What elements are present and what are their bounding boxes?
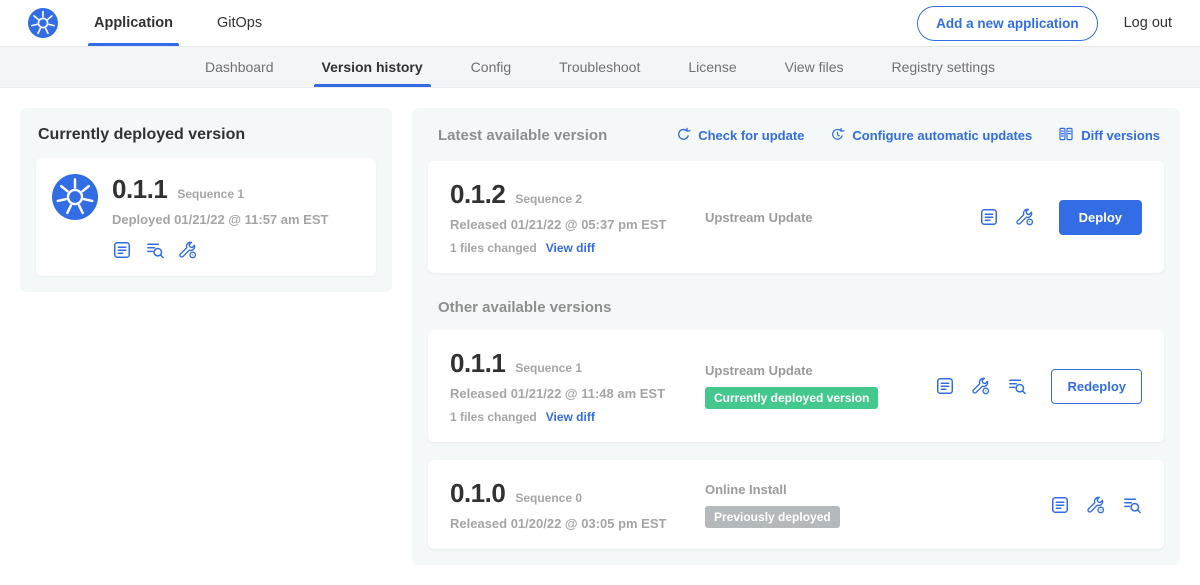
configure-updates-link[interactable]: Configure automatic updates [830,127,1032,145]
sequence-label: Sequence 0 [515,491,582,505]
diff-versions-label: Diff versions [1081,128,1160,143]
add-application-button[interactable]: Add a new application [917,6,1098,41]
release-notes-icon[interactable] [979,207,999,227]
deployed-status-badge: Currently deployed version [705,387,878,409]
diff-versions-link[interactable]: Diff versions [1058,126,1160,145]
tab-application[interactable]: Application [94,0,173,46]
logout-button[interactable]: Log out [1124,15,1172,31]
files-changed-label: 1 files changed [450,241,537,255]
deployed-version-number: 0.1.1 [112,174,167,205]
release-notes-icon[interactable] [935,376,955,396]
config-values-icon[interactable] [1086,495,1106,515]
subnav-dashboard[interactable]: Dashboard [181,47,298,87]
redeploy-button[interactable]: Redeploy [1051,369,1142,404]
deployed-version-card: 0.1.1 Sequence 1 Deployed 01/21/22 @ 11:… [36,158,376,276]
version-actions: Redeploy [935,348,1142,424]
deployed-sequence-label: Sequence 1 [177,187,244,201]
subnav-version-history[interactable]: Version history [298,47,447,87]
version-info: 0.1.2 Sequence 2 Released 01/21/22 @ 05:… [450,179,705,255]
version-diff-icon[interactable] [145,240,165,260]
tab-gitops-label: GitOps [217,15,262,31]
source-label: Upstream Update [705,363,813,378]
subnav-troubleshoot[interactable]: Troubleshoot [535,47,664,87]
version-info: 0.1.1 Sequence 1 Released 01/21/22 @ 11:… [450,348,705,424]
version-row-latest: 0.1.2 Sequence 2 Released 01/21/22 @ 05:… [428,161,1164,273]
tab-gitops[interactable]: GitOps [217,0,262,46]
released-timestamp: Released 01/20/22 @ 03:05 pm EST [450,516,705,531]
other-versions-title: Other available versions [438,299,1160,316]
check-for-update-label: Check for update [698,128,804,143]
latest-version-title: Latest available version [438,127,607,144]
version-row-0-1-1: 0.1.1 Sequence 1 Released 01/21/22 @ 11:… [428,330,1164,442]
currently-deployed-panel: Currently deployed version [20,108,392,292]
subnav-license[interactable]: License [664,47,760,87]
deployed-version-info: 0.1.1 Sequence 1 Deployed 01/21/22 @ 11:… [112,174,328,260]
released-timestamp: Released 01/21/22 @ 05:37 pm EST [450,217,705,232]
tab-application-label: Application [94,15,173,31]
subnav-config[interactable]: Config [447,47,535,87]
check-update-icon [676,127,691,145]
check-for-update-link[interactable]: Check for update [676,127,804,145]
topbar: Application GitOps Add a new application… [0,0,1200,47]
version-history-panel: Latest available version Check for updat… [412,108,1180,565]
version-actions [1050,478,1142,531]
deployed-timestamp: Deployed 01/21/22 @ 11:57 am EST [112,212,328,227]
topbar-right: Add a new application Log out [917,6,1172,41]
app-icon [52,174,98,220]
configure-updates-label: Configure automatic updates [852,128,1032,143]
source-label: Online Install [705,482,787,497]
version-diff-icon[interactable] [1007,376,1027,396]
version-actions: Deploy [979,179,1142,255]
files-changed-label: 1 files changed [450,410,537,424]
app-subnav: Dashboard Version history Config Trouble… [0,47,1200,88]
diff-versions-icon [1058,126,1074,145]
version-number: 0.1.0 [450,478,505,509]
sequence-label: Sequence 1 [515,361,582,375]
subnav-registry-settings[interactable]: Registry settings [868,47,1019,87]
version-diff-icon[interactable] [1122,495,1142,515]
version-source: Online Install Previously deployed [705,478,1050,531]
release-notes-icon[interactable] [1050,495,1070,515]
auto-update-icon [830,127,845,145]
subnav-view-files[interactable]: View files [761,47,868,87]
release-notes-icon[interactable] [112,240,132,260]
config-values-icon[interactable] [971,376,991,396]
version-number: 0.1.2 [450,179,505,210]
app-root: Application GitOps Add a new application… [0,0,1200,585]
released-timestamp: Released 01/21/22 @ 11:48 am EST [450,386,705,401]
version-number: 0.1.1 [450,348,505,379]
version-history-header: Latest available version Check for updat… [438,126,1160,145]
top-nav: Application GitOps [94,0,306,46]
config-values-icon[interactable] [178,240,198,260]
config-values-icon[interactable] [1015,207,1035,227]
previously-deployed-badge: Previously deployed [705,506,840,528]
view-diff-link[interactable]: View diff [546,410,595,424]
sequence-label: Sequence 2 [515,192,582,206]
main-content: Currently deployed version [0,88,1200,585]
version-source: Upstream Update [705,179,979,255]
deployed-panel-title: Currently deployed version [38,126,374,144]
version-source: Upstream Update Currently deployed versi… [705,348,935,424]
version-info: 0.1.0 Sequence 0 Released 01/20/22 @ 03:… [450,478,705,531]
kubernetes-logo-icon [28,8,58,38]
deploy-button[interactable]: Deploy [1059,200,1142,235]
source-label: Upstream Update [705,210,813,225]
view-diff-link[interactable]: View diff [546,241,595,255]
version-row-0-1-0: 0.1.0 Sequence 0 Released 01/20/22 @ 03:… [428,460,1164,549]
header-actions: Check for update Configure automatic upd… [676,126,1160,145]
